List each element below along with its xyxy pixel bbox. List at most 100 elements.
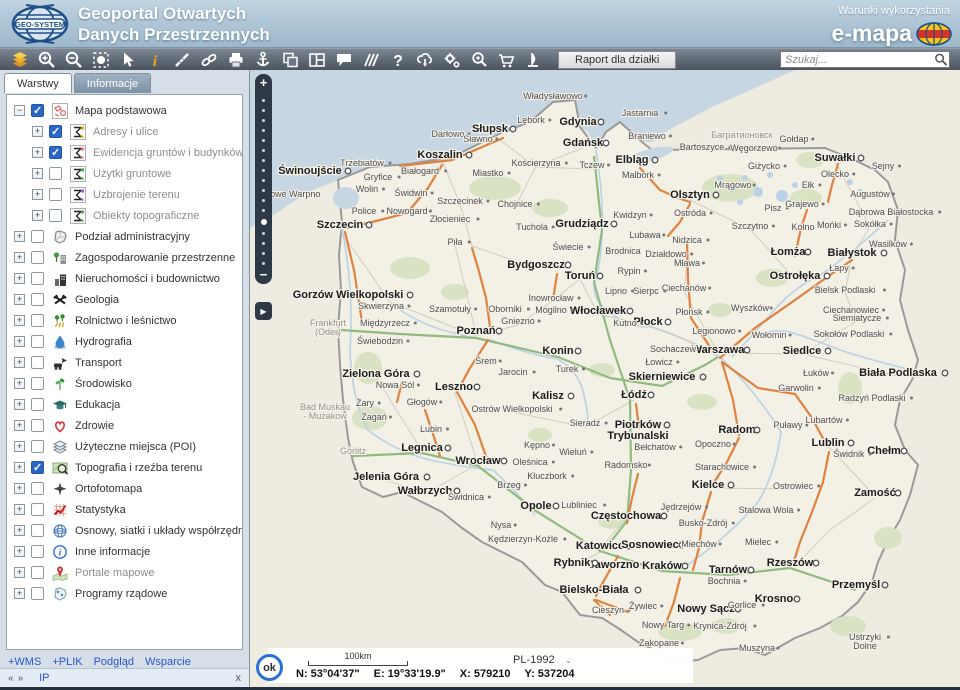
expand-icon[interactable]: + xyxy=(32,189,43,200)
tree-row[interactable]: +Zagospodarowanie przestrzenne xyxy=(7,247,242,268)
layer-label[interactable]: Osnowy, siatki i układy współrzędnych xyxy=(70,525,243,537)
layer-label[interactable]: Podział administracyjny xyxy=(70,231,190,243)
expand-icon[interactable]: + xyxy=(14,483,25,494)
layer-checkbox[interactable] xyxy=(31,545,44,558)
tree-row[interactable]: +Osnowy, siatki i układy współrzędnych xyxy=(7,520,242,541)
zoom-level-dot[interactable] xyxy=(262,109,265,112)
tree-row[interactable]: +Rolnictwo i leśnictwo xyxy=(7,310,242,331)
layer-checkbox[interactable] xyxy=(49,188,62,201)
layer-label[interactable]: Edukacja xyxy=(70,399,120,411)
ip-link[interactable]: IP xyxy=(39,672,49,684)
layer-label[interactable]: Zdrowie xyxy=(70,420,114,432)
tree-row[interactable]: + Edukacja xyxy=(7,394,242,415)
layers-icon[interactable] xyxy=(6,49,33,71)
close-icon[interactable]: x xyxy=(236,672,242,684)
zoom-in-button[interactable]: + xyxy=(255,76,272,89)
layer-label[interactable]: Mapa podstawowa xyxy=(70,105,167,117)
layer-label[interactable]: Nieruchomości i budownictwo xyxy=(70,273,220,285)
zoom-level-dot[interactable] xyxy=(262,242,265,245)
expand-icon[interactable]: + xyxy=(14,441,25,452)
ok-button[interactable]: ok xyxy=(256,654,283,681)
layer-label[interactable]: Hydrografia xyxy=(70,336,132,348)
layer-label[interactable]: Adresy i ulice xyxy=(88,126,158,138)
emapa-brand[interactable]: e-mapa xyxy=(831,20,952,47)
layer-label[interactable]: Statystyka xyxy=(70,504,126,516)
layer-label[interactable]: Zagospodarowanie przestrzenne xyxy=(70,252,235,264)
zoom-level-dot[interactable] xyxy=(262,252,265,255)
report-parcel-button[interactable]: Raport dla działki xyxy=(558,51,676,69)
tree-row[interactable]: −Mapa podstawowa xyxy=(7,100,242,121)
layer-checkbox[interactable] xyxy=(49,167,62,180)
expand-icon[interactable]: + xyxy=(14,567,25,578)
comment-icon[interactable] xyxy=(330,49,357,71)
layer-label[interactable]: Ortofotomapa xyxy=(70,483,142,495)
expand-icon[interactable]: + xyxy=(14,315,25,326)
expand-icon[interactable]: + xyxy=(14,273,25,284)
zoom-level-dot[interactable] xyxy=(262,159,265,162)
layer-checkbox[interactable] xyxy=(49,146,62,159)
layer-checkbox[interactable] xyxy=(31,461,44,474)
tree-row[interactable]: + Transport xyxy=(7,352,242,373)
tree-row[interactable]: +iInne informacje xyxy=(7,541,242,562)
info-icon[interactable]: i xyxy=(141,49,168,71)
help-icon[interactable]: ? xyxy=(384,49,411,71)
sidebar-collapse-button[interactable]: ▶ xyxy=(255,302,272,320)
layer-checkbox[interactable] xyxy=(49,125,62,138)
tree-row[interactable]: + Podział administracyjny xyxy=(7,226,242,247)
sail-icon[interactable] xyxy=(519,49,546,71)
pointer-icon[interactable] xyxy=(114,49,141,71)
layer-checkbox[interactable] xyxy=(31,440,44,453)
expand-icon[interactable]: + xyxy=(14,231,25,242)
layer-label[interactable]: Użyteczne miejsca (POI) xyxy=(70,441,196,453)
zoom-out-icon[interactable] xyxy=(60,49,87,71)
layer-checkbox[interactable] xyxy=(31,377,44,390)
expand-icon[interactable]: + xyxy=(14,399,25,410)
zoom-out-button[interactable]: − xyxy=(255,268,272,281)
link-icon[interactable] xyxy=(195,49,222,71)
layer-checkbox[interactable] xyxy=(31,566,44,579)
zoom-level-dot[interactable] xyxy=(262,129,265,132)
layer-checkbox[interactable] xyxy=(31,230,44,243)
wsparcie-link[interactable]: Wsparcie xyxy=(145,656,191,668)
terms-link[interactable]: Warunki wykorzystania xyxy=(838,5,950,17)
layer-checkbox[interactable] xyxy=(31,335,44,348)
search-icon[interactable] xyxy=(933,52,949,67)
zoom-level-track[interactable] xyxy=(255,89,272,268)
zoom-level-dot[interactable] xyxy=(262,209,265,212)
zoom-level-dot[interactable] xyxy=(262,99,265,102)
plik-link[interactable]: +PLIK xyxy=(52,656,82,668)
expand-icon[interactable]: + xyxy=(14,462,25,473)
layer-label[interactable]: Obiekty topograficzne xyxy=(88,210,199,222)
anchor-icon[interactable] xyxy=(249,49,276,71)
search-plus-icon[interactable] xyxy=(465,49,492,71)
zoom-level-dot[interactable] xyxy=(262,119,265,122)
layer-checkbox[interactable] xyxy=(31,356,44,369)
tree-row[interactable]: + Portale mapowe xyxy=(7,562,242,583)
zoom-level-current[interactable] xyxy=(261,219,267,225)
layer-checkbox[interactable] xyxy=(31,503,44,516)
map-viewport[interactable]: ŚwinoujścieSzczecinKoszalinSłupskGdyniaG… xyxy=(250,70,960,690)
tree-row[interactable]: +Użytki gruntowe xyxy=(7,163,242,184)
layer-label[interactable]: Portale mapowe xyxy=(70,567,155,579)
measure-icon[interactable] xyxy=(168,49,195,71)
expand-icon[interactable]: + xyxy=(14,378,25,389)
layer-label[interactable]: Geologia xyxy=(70,294,119,306)
layer-label[interactable]: Programy rządowe xyxy=(70,588,167,600)
layer-checkbox[interactable] xyxy=(31,104,44,117)
tab-informacje[interactable]: Informacje xyxy=(74,73,151,93)
tree-row[interactable]: +Uzbrojenie terenu xyxy=(7,184,242,205)
expand-icon[interactable]: + xyxy=(14,357,25,368)
layer-checkbox[interactable] xyxy=(31,524,44,537)
zoom-level-dot[interactable] xyxy=(262,189,265,192)
layout-icon[interactable] xyxy=(303,49,330,71)
layer-checkbox[interactable] xyxy=(31,419,44,432)
layer-checkbox[interactable] xyxy=(31,293,44,306)
zoom-level-dot[interactable] xyxy=(262,149,265,152)
expand-icon[interactable]: + xyxy=(32,168,43,179)
cloud-download-icon[interactable] xyxy=(411,49,438,71)
lines-icon[interactable] xyxy=(357,49,384,71)
expand-icon[interactable]: + xyxy=(14,420,25,431)
crs-select[interactable]: PL-1992⌄ xyxy=(513,654,572,666)
zoom-level-dot[interactable] xyxy=(262,199,265,202)
layer-label[interactable]: Transport xyxy=(70,357,122,369)
